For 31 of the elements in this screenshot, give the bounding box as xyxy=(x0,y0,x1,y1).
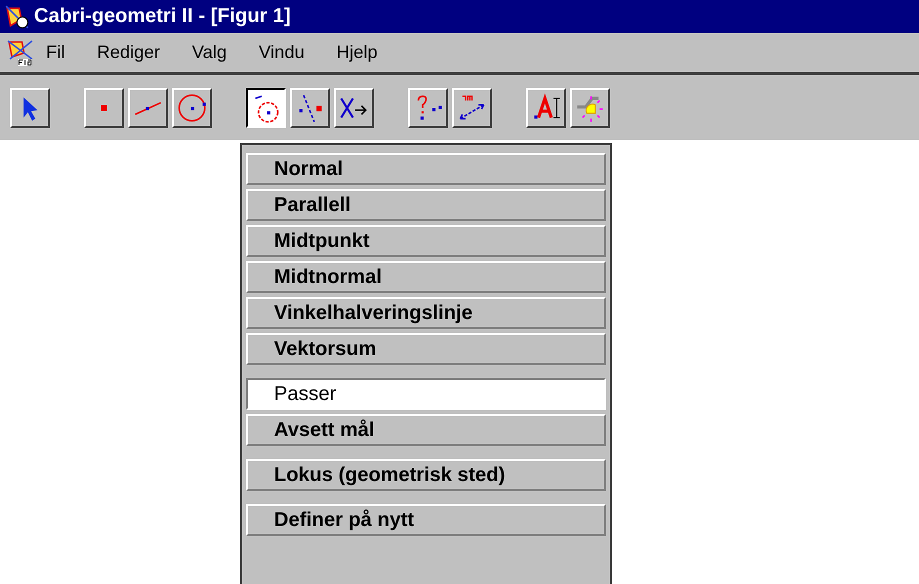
menu-option[interactable]: Vinkelhalveringslinje xyxy=(246,297,606,329)
circle-icon xyxy=(176,92,208,124)
point-tool-button[interactable] xyxy=(84,88,124,128)
compass-tool-button[interactable] xyxy=(246,88,286,128)
line-tool-button[interactable] xyxy=(128,88,168,128)
menu-item[interactable]: Hjelp xyxy=(336,42,378,63)
menu-item[interactable]: Fil xyxy=(46,42,65,63)
circle-tool-button[interactable] xyxy=(172,88,212,128)
menu-option[interactable]: Definer på nytt xyxy=(246,504,606,536)
menu-option[interactable]: Parallell xyxy=(246,189,606,221)
point-icon xyxy=(101,104,107,110)
measure-tool-button[interactable] xyxy=(452,88,492,128)
text-tool-button[interactable] xyxy=(526,88,566,128)
perpendicular-tool-button[interactable] xyxy=(290,88,330,128)
display-tool-button[interactable] xyxy=(570,88,610,128)
menu-item[interactable]: Vindu xyxy=(258,42,304,63)
query-tool-button[interactable] xyxy=(408,88,448,128)
menu-item[interactable]: Rediger xyxy=(97,42,160,63)
window-title: Cabri-geometri II - [Figur 1] xyxy=(34,5,291,28)
app-icon xyxy=(4,4,30,30)
menu-option[interactable]: Passer xyxy=(246,378,606,410)
menu-option[interactable]: Lokus (geometrisk sted) xyxy=(246,459,606,491)
menu-option[interactable]: Midtpunkt xyxy=(246,225,606,257)
menu-option[interactable]: Midtnormal xyxy=(246,261,606,293)
transform-tool-button[interactable] xyxy=(334,88,374,128)
menu-option[interactable]: Avsett mål xyxy=(246,414,606,446)
document-icon xyxy=(6,38,34,66)
menu-option[interactable]: Vektorsum xyxy=(246,333,606,365)
pointer-tool-button[interactable] xyxy=(10,88,50,128)
menu-option[interactable]: Normal xyxy=(246,153,606,185)
menu-item[interactable]: Valg xyxy=(192,42,227,63)
